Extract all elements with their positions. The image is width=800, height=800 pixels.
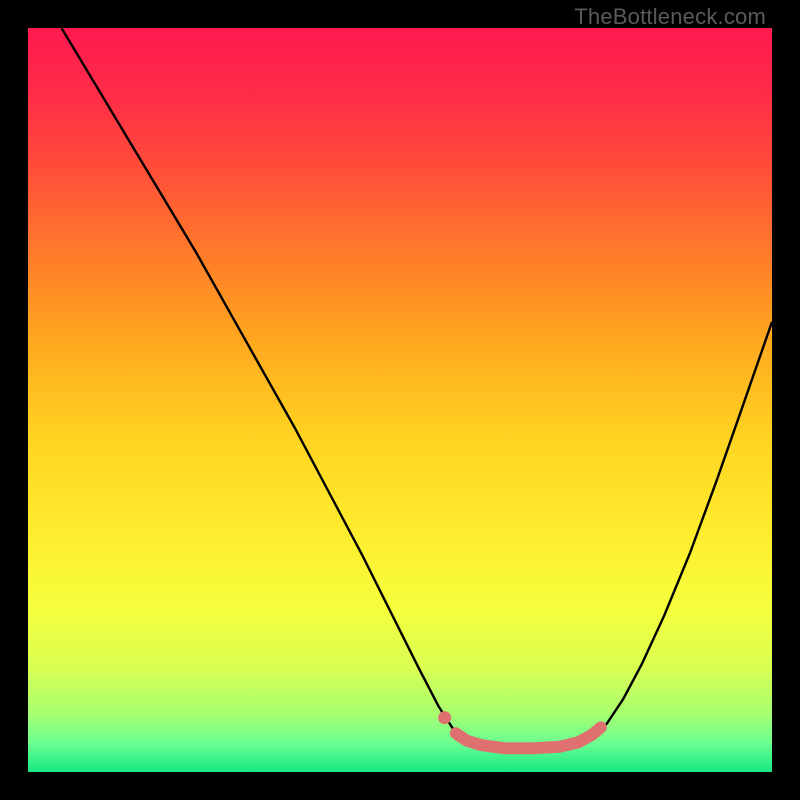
chart-frame	[28, 28, 772, 772]
optimal-point-marker	[438, 711, 451, 724]
watermark-text: TheBottleneck.com	[574, 4, 766, 30]
gradient-fill	[28, 28, 772, 772]
chart-svg	[28, 28, 772, 772]
